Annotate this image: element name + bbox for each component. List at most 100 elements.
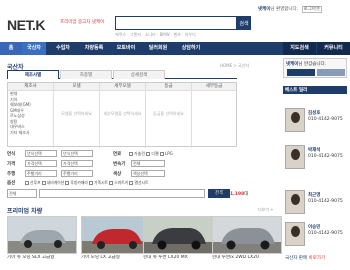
price-to-select[interactable]: 가격선택 [61, 160, 93, 167]
nav-dealer[interactable]: 딜러회원 [144, 42, 172, 55]
checkbox[interactable] [146, 152, 151, 156]
car-photo[interactable] [7, 216, 77, 254]
user-name: 넷케이 [258, 7, 271, 12]
option-label: 옵션 [7, 181, 16, 186]
tab-maker[interactable]: 제조사별 [7, 70, 59, 79]
logout-button[interactable] [317, 69, 345, 76]
breadcrumb: HOME > 국산차 [220, 63, 250, 68]
car-image [213, 217, 281, 253]
filter-head-grade: 등급 [146, 83, 191, 91]
result-search-bar: 전체 검색 [7, 189, 237, 199]
car-name: 기아 뉴 모닝 SLX 고급형 [7, 255, 55, 260]
more-link[interactable]: 더보기 + [258, 207, 274, 213]
sidebar-footer-label: 국산차 판매 [285, 256, 308, 261]
filter-row-price: 가격 가격선택 가격선택 변속기 전체 [7, 160, 237, 167]
dealer-card[interactable]: 최근영 010-4142-9075 [283, 190, 347, 218]
sidebar-footer-link[interactable]: 바로가기 [309, 256, 326, 261]
sidebar-footer: 국산차 판매 바로가기 [285, 255, 325, 261]
premium-car-card[interactable]: 기아 모닝 LX 고급형 [81, 216, 151, 261]
checkbox[interactable] [129, 181, 134, 185]
mission-select[interactable]: 전체 [131, 160, 165, 167]
nav-map-search[interactable]: 지도검색 [283, 42, 316, 55]
nav-import[interactable]: 수입차 [50, 42, 76, 55]
result-suffix: 대 [244, 192, 249, 197]
car-photo[interactable] [143, 216, 213, 254]
premium-car-card[interactable]: 기아 뉴 모닝 SLX 고급형 [7, 216, 77, 261]
filter-row-year: 연식 년식선택 년식선택 연료 가솔린 디젤 LPG [7, 150, 237, 157]
search-tabs: 제조사별 차종별 상세검색 [7, 70, 237, 79]
nav-motorbike[interactable]: 모토바이 [112, 42, 140, 55]
search-button[interactable]: 검색 [237, 16, 251, 30]
year-from-select[interactable]: 년식선택 [25, 150, 57, 157]
car-photo[interactable] [81, 216, 151, 254]
car-name: 현대 투싼ix 2WD LX20 [212, 255, 259, 260]
maker-item[interactable]: 기타 제조사 [8, 130, 53, 136]
filter-col-submodel[interactable]: 세부모델 세부모델을 선택하세요 [100, 83, 146, 148]
filter-col-grade[interactable]: 등급 등급을 선택하세요 [146, 83, 192, 148]
dealer-photo [285, 145, 305, 169]
filter-col-maker: 제조사 현대 기아 쉐보레(GM) GM대우 르노삼성 쌍용 대우버스 기타 제… [8, 83, 54, 148]
year-label: 연식 [7, 152, 16, 157]
premium-car-card[interactable]: 현대 뉴 투싼 LX20 MX [143, 216, 213, 261]
result-summary: 검색결과 1,198대 [212, 191, 248, 197]
fuel-diesel: 디젤 [151, 151, 159, 156]
option-checkboxes: 선루프 네비게이션 후방카메라 가죽시트 스마트키 열선시트 [25, 180, 148, 186]
checkbox[interactable] [89, 181, 94, 185]
car-title: 현대 투싼ix 2WD LX20 [212, 255, 282, 261]
quick-keywords[interactable]: 에쿠스 · 그랜저 · 소나타 · BMW · 벤츠 · 아우디 [115, 32, 196, 38]
premium-section-title: 프리미엄 차량 [7, 208, 43, 215]
filter-head-submodel: 세부모델 [100, 83, 145, 91]
site-logo[interactable]: NET.K [7, 17, 45, 33]
keyword-input[interactable] [39, 189, 205, 198]
tagline-text: 프리미엄 중고차 넷케이 [60, 20, 105, 25]
nav-consult[interactable]: 상담하기 [176, 42, 206, 55]
option-item: 네비게이션 [46, 180, 65, 185]
login-greeting: 넷케이님 반갑습니다. [284, 59, 346, 69]
checkbox[interactable] [109, 181, 114, 185]
price-from-select[interactable]: 가격선택 [25, 160, 57, 167]
checkbox[interactable] [65, 181, 70, 185]
color-select[interactable]: 색상선택 [131, 170, 165, 177]
fuel-label: 연료 [113, 152, 122, 157]
option-item: 선루프 [30, 180, 41, 185]
car-image [144, 217, 212, 253]
fuel-lpg: LPG [164, 151, 173, 156]
dealer-card[interactable]: 박재석 010-4142-9075 [283, 145, 347, 173]
filter-head-subgrade: 세부등급 [192, 83, 236, 91]
tab-detail[interactable]: 상세검색 [113, 70, 165, 79]
logout-link[interactable]: 로그아웃 [301, 6, 323, 13]
car-image [8, 217, 76, 253]
checkbox[interactable] [159, 152, 164, 156]
checkbox[interactable] [25, 181, 29, 185]
search-input[interactable] [115, 16, 237, 30]
mileage-from-select[interactable]: 주행거리 [25, 170, 57, 177]
nav-register[interactable]: 차량등록 [80, 42, 108, 55]
filter-head-model: 모델 [54, 83, 99, 91]
dealer-phone: 010-4142-9075 [308, 117, 343, 122]
dealer-card[interactable]: 김성호 010-4142-9075 [283, 108, 347, 136]
dealer-phone: 010-4142-9075 [308, 231, 343, 236]
dealer-name: 박재석 [308, 148, 321, 153]
dealer-card[interactable]: 이승민 010-4142-9075 [283, 222, 347, 250]
checkbox[interactable] [129, 152, 133, 156]
premium-car-card[interactable]: 현대 투싼ix 2WD LX20 [212, 216, 282, 261]
nav-home[interactable]: 홈 [0, 42, 22, 55]
checkbox[interactable] [41, 181, 46, 185]
mileage-to-select[interactable]: 주행거리 [61, 170, 93, 177]
mypage-button[interactable] [287, 69, 315, 76]
year-to-select[interactable]: 년식선택 [61, 150, 93, 157]
sort-select[interactable]: 전체 [7, 189, 37, 198]
filter-col-model[interactable]: 모델 모델을 선택하세요 [54, 83, 100, 148]
nav-domestic[interactable]: 국산차 [22, 42, 46, 55]
tab-type[interactable]: 차종별 [60, 70, 112, 79]
filter-head-maker: 제조사 [8, 83, 53, 91]
maker-list: 현대 기아 쉐보레(GM) GM대우 르노삼성 쌍용 대우버스 기타 제조사 [8, 91, 53, 135]
filter-panel: 제조사 현대 기아 쉐보레(GM) GM대우 르노삼성 쌍용 대우버스 기타 제… [7, 82, 237, 148]
filter-hint-grade: 등급을 선택하세요 [153, 111, 184, 116]
result-count-value: 1,198 [230, 192, 245, 197]
nav-community[interactable]: 커뮤니티 [317, 42, 350, 55]
car-title: 기아 모닝 LX 고급형 [81, 255, 151, 261]
car-photo[interactable] [212, 216, 282, 254]
dealer-name: 이승민 [308, 225, 321, 230]
filter-col-subgrade[interactable]: 세부등급 [192, 83, 236, 148]
